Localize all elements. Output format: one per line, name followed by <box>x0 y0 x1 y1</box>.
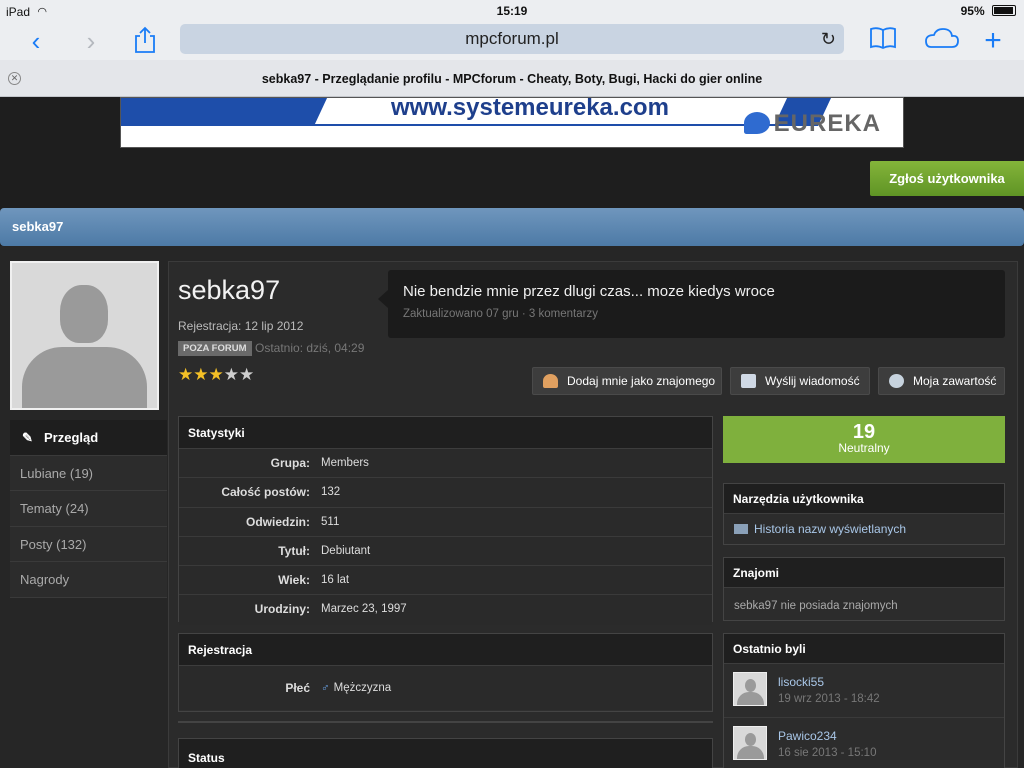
list-item[interactable]: Pawico234 16 sie 2013 - 15:10 <box>724 718 1004 768</box>
visitor-date: 16 sie 2013 - 15:10 <box>778 747 877 759</box>
stat-row: Urodziny: Marzec 23, 1997 <box>179 595 712 625</box>
banner-logo: EUREKA <box>743 110 881 138</box>
ios-status-bar: iPad ◠ 15:19 95% <box>0 0 1024 22</box>
tab-bar: ✕ sebka97 - Przeglądanie profilu - MPCfo… <box>0 60 1024 97</box>
sidenav-item-posts[interactable]: Posty (132) <box>10 526 167 562</box>
status-box-title: Status <box>179 739 712 768</box>
friends-title: Znajomi <box>724 558 1004 588</box>
battery-icon <box>992 5 1016 16</box>
status-update: Nie bendzie mnie przez dlugi czas... moz… <box>378 270 1005 338</box>
report-user-button[interactable]: Zgłoś użytkownika <box>870 161 1024 196</box>
name-history-link[interactable]: Historia nazw wyświetlanych <box>724 514 1004 544</box>
forward-icon[interactable]: › <box>77 26 105 56</box>
stat-row: Odwiedzin: 511 <box>179 507 712 537</box>
share-icon[interactable] <box>130 26 160 56</box>
avatar <box>10 261 159 410</box>
online-status-badge: POZA FORUM <box>178 341 252 356</box>
male-icon: ♂ <box>321 682 330 694</box>
sidenav-item-liked[interactable]: Lubiane (19) <box>10 455 167 491</box>
star-filled-icon[interactable]: ★ <box>209 365 224 384</box>
reputation-box: 19 Neutralny <box>723 416 1005 463</box>
reputation-value: 19 <box>852 421 876 443</box>
user-tools-title: Narzędzia użytkownika <box>724 484 1004 514</box>
visitor-name[interactable]: lisocki55 <box>778 675 824 689</box>
stat-row: Grupa: Members <box>179 449 712 479</box>
pencil-icon: ✎ <box>22 430 33 445</box>
banner-url: www.systemeureka.com <box>391 97 669 121</box>
username-heading: sebka97 <box>178 275 281 305</box>
icloud-tabs-icon[interactable] <box>920 26 962 56</box>
visitor-date: 19 wrz 2013 - 18:42 <box>778 693 880 705</box>
advertisement-banner[interactable]: www.systemeureka.com EUREKA <box>120 97 904 148</box>
my-content-button[interactable]: Moja zawartość <box>878 367 1005 395</box>
stat-row: Całość postów: 132 <box>179 478 712 508</box>
add-friend-button[interactable]: Dodaj mnie jako znajomego <box>532 367 722 395</box>
visitor-name[interactable]: Pawico234 <box>778 729 837 743</box>
url-text: mpcforum.pl <box>465 29 559 48</box>
id-card-icon <box>734 524 748 534</box>
clock: 15:19 <box>496 4 528 18</box>
gender-row: Płeć ♂ Mężczyzna <box>179 666 712 710</box>
envelope-icon <box>741 374 756 388</box>
registration-title: Rejestracja <box>179 634 712 666</box>
registration-date: Rejestracja: 12 lip 2012 <box>178 319 304 333</box>
friends-empty-text: sebka97 nie posiada znajomych <box>734 600 898 612</box>
sidenav-item-topics[interactable]: Tematy (24) <box>10 491 167 527</box>
status-box: Status <box>178 738 713 768</box>
list-item[interactable]: lisocki55 19 wrz 2013 - 18:42 <box>724 664 1004 718</box>
profile-title-bar: sebka97 <box>0 208 1024 246</box>
user-tools-box: Narzędzia użytkownika Historia nazw wyśw… <box>723 483 1005 545</box>
star-filled-icon[interactable]: ★ <box>193 365 208 384</box>
last-visitors-title: Ostatnio byli <box>724 634 1004 664</box>
stats-box: Statystyki Grupa: Members Całość postów: 1… <box>178 416 713 625</box>
last-seen: Ostatnio: dziś, 04:29 <box>255 341 365 355</box>
add-friend-icon <box>543 374 558 388</box>
tab-title[interactable]: sebka97 - Przeglądanie profilu - MPCforu… <box>0 72 1024 86</box>
reload-icon[interactable]: ↻ <box>821 24 836 54</box>
profile-sidenav: ✎ Przegląd Lubiane (19) Tematy (24) Posty… <box>10 420 167 598</box>
battery-percent: 95% <box>960 4 985 18</box>
stat-row: Wiek: 16 lat <box>179 566 712 596</box>
stats-title: Statystyki <box>179 417 712 449</box>
new-tab-icon[interactable]: + <box>978 26 1008 56</box>
star-filled-icon[interactable]: ★ <box>178 365 193 384</box>
status-text: Nie bendzie mnie przez dlugi czas... moz… <box>403 283 775 300</box>
sidenav-item-awards[interactable]: Nagrody <box>10 562 167 598</box>
visitor-avatar[interactable] <box>733 672 767 706</box>
back-icon[interactable]: ‹ <box>22 26 50 56</box>
send-message-button[interactable]: Wyślij wiadomość <box>730 367 870 395</box>
visitor-avatar[interactable] <box>733 726 767 760</box>
eureka-logo-icon <box>743 112 770 134</box>
search-content-icon <box>889 374 904 388</box>
last-visitors-box: Ostatnio byli lisocki55 19 wrz 2013 - 18… <box>723 633 1005 768</box>
address-bar[interactable]: mpcforum.pl ↻ <box>180 24 844 54</box>
stat-row: Tytuł: Debiutant <box>179 536 712 567</box>
rating-stars[interactable]: ★★★★★ <box>178 365 254 385</box>
sidenav-item-overview[interactable]: ✎ Przegląd <box>10 420 167 456</box>
friends-box: Znajomi sebka97 nie posiada znajomych <box>723 557 1005 621</box>
reputation-label: Neutralny <box>838 441 890 455</box>
status-meta[interactable]: Zaktualizowano 07 gru · 3 komentarzy <box>403 308 598 320</box>
divider <box>178 721 713 723</box>
star-empty-icon[interactable]: ★ <box>239 365 254 384</box>
registration-box: Rejestracja Płeć ♂ Mężczyzna <box>178 633 713 712</box>
star-empty-icon[interactable]: ★ <box>224 365 239 384</box>
bookmarks-icon[interactable] <box>868 26 898 56</box>
